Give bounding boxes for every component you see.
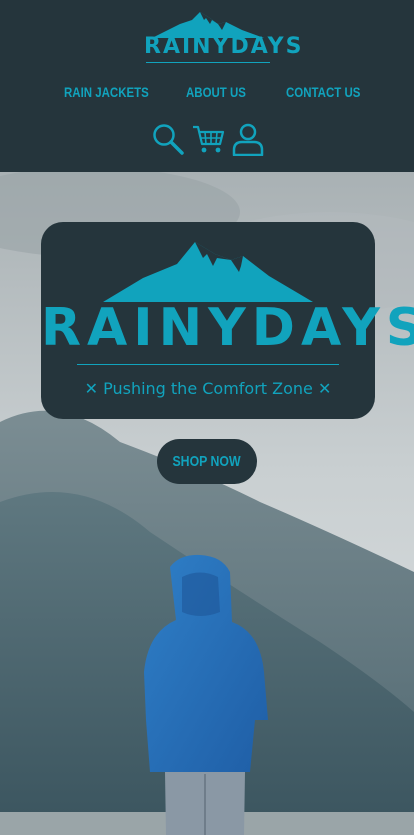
nav-about-us[interactable]: ABOUT US bbox=[186, 82, 246, 102]
shop-now-button[interactable]: SHOP NOW bbox=[157, 439, 257, 484]
hero-tagline-row: ✕ Pushing the Comfort Zone ✕ bbox=[41, 378, 375, 400]
shop-now-label: SHOP NOW bbox=[172, 453, 242, 470]
user-icon[interactable] bbox=[231, 122, 265, 157]
hero-wordmark-underline bbox=[77, 364, 339, 365]
hero-wordmark: RAINYDAYS bbox=[41, 298, 414, 358]
mountain-logo-icon bbox=[103, 242, 313, 302]
cart-icon[interactable] bbox=[191, 122, 225, 156]
close-x-icon: ✕ bbox=[84, 379, 98, 398]
search-icon[interactable] bbox=[151, 122, 185, 156]
logo-wordmark: RAINYDAYS bbox=[144, 34, 304, 59]
close-x-icon: ✕ bbox=[317, 379, 332, 398]
logo-underline bbox=[146, 62, 270, 63]
nav-contact-us[interactable]: CONTACT US bbox=[286, 82, 360, 102]
nav-rain-jackets[interactable]: RAIN JACKETS bbox=[64, 82, 149, 102]
hero-section: RAINYDAYS ✕ Pushing the Comfort Zone ✕ S… bbox=[0, 172, 414, 835]
hero-tagline: Pushing the Comfort Zone bbox=[103, 379, 313, 398]
site-header: RAINYDAYS RAIN JACKETS ABOUT US CONTACT … bbox=[0, 0, 414, 172]
hero-brand-card: RAINYDAYS ✕ Pushing the Comfort Zone ✕ bbox=[41, 222, 414, 419]
logo-link[interactable]: RAINYDAYS bbox=[144, 10, 304, 66]
